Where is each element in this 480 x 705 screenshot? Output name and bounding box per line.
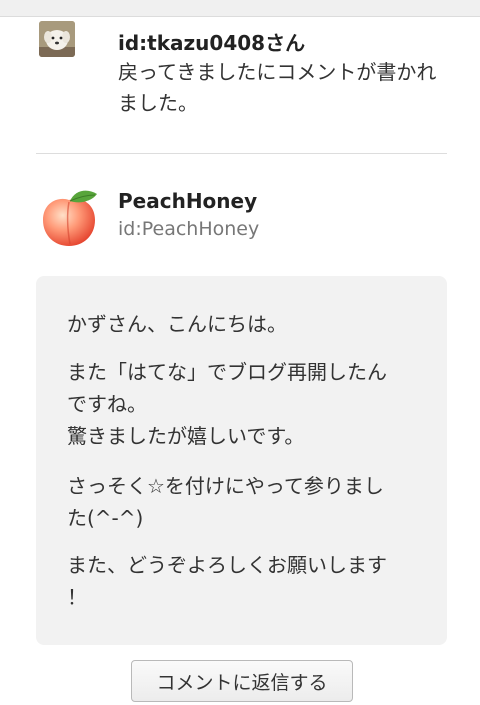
comment-line: た(^-^) — [67, 506, 144, 530]
dog-avatar-icon — [39, 21, 75, 57]
top-border — [0, 0, 480, 17]
notification-user-id[interactable]: id:tkazu0408さん — [118, 27, 305, 56]
comment-body: かずさん、こんにちは。 また「はてな」でブログ再開したん ですね。 驚きましたが… — [36, 276, 447, 645]
comment-notification[interactable]: id:tkazu0408さん 戻ってきましたにコメントが書かれました。 — [0, 17, 480, 155]
commenter-name[interactable]: PeachHoney — [118, 189, 257, 213]
divider — [36, 153, 447, 154]
comment-line: また、どうぞよろしくお願いします — [67, 553, 387, 577]
comment-line: ですね。 — [67, 392, 147, 416]
comment-line: また「はてな」でブログ再開したん — [67, 360, 387, 384]
comment-line: さっそく☆を付けにやって参りまし — [67, 474, 384, 498]
notification-message: 戻ってきましたにコメントが書かれました。 — [118, 60, 437, 115]
comment-line: 驚きましたが嬉しいです。 — [67, 424, 305, 448]
peach-icon[interactable] — [39, 188, 99, 248]
reply-button[interactable]: コメントに返信する — [131, 660, 353, 702]
comment-line: かずさん、こんにちは。 — [67, 312, 287, 336]
comment-line: ！ — [67, 585, 87, 609]
commenter-id: id:PeachHoney — [118, 218, 260, 240]
